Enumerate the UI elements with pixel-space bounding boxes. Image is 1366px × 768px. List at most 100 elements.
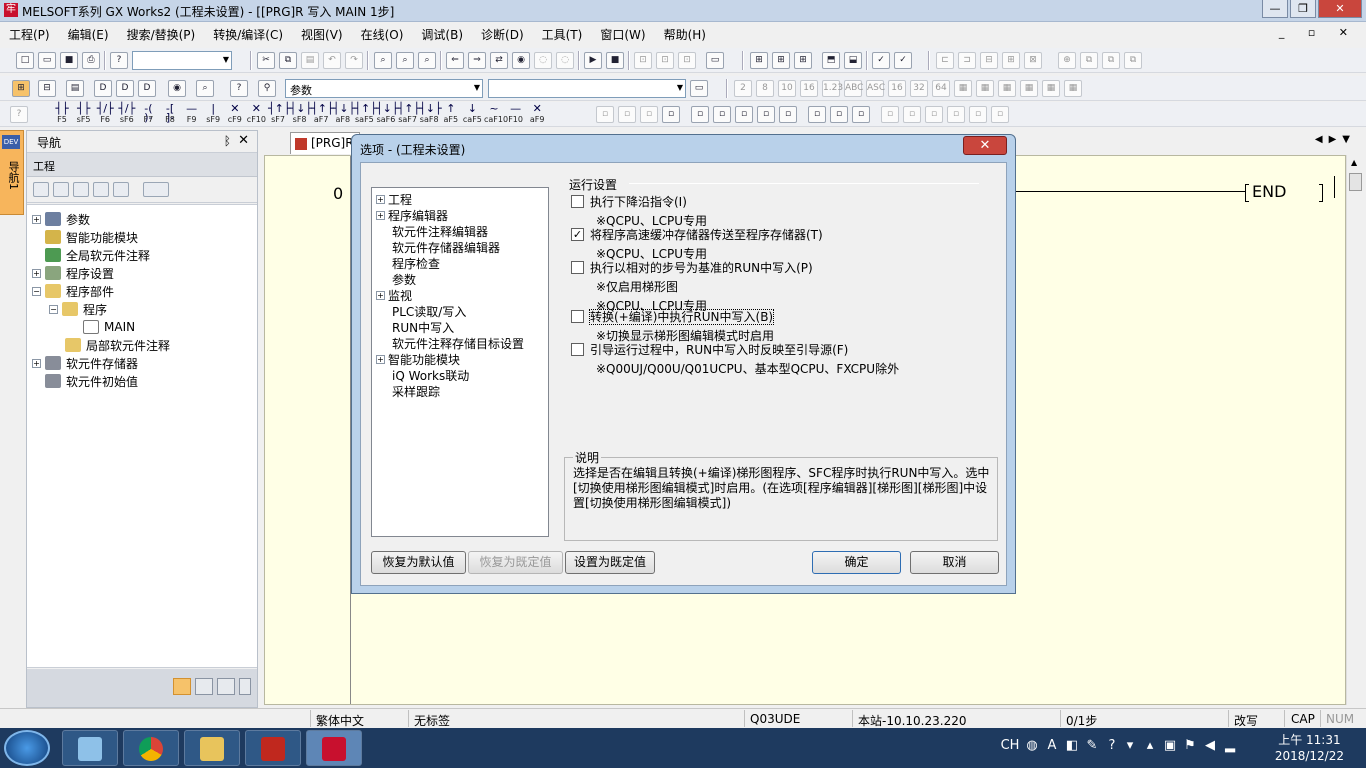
abc-icon[interactable]: ABC xyxy=(844,80,863,97)
32bit-icon[interactable]: 32 xyxy=(910,80,928,97)
cut-icon[interactable]: ✂ xyxy=(257,52,275,69)
tree-item-parameter[interactable]: + 参数 xyxy=(32,210,90,228)
note-edit-icon[interactable]: ▫ xyxy=(640,106,658,123)
checkbox-boot-reflect[interactable] xyxy=(571,343,584,356)
64bit-icon[interactable]: 64 xyxy=(932,80,950,97)
redo-icon[interactable]: ↷ xyxy=(345,52,363,69)
options-tree-item[interactable]: 程序检查 xyxy=(392,255,440,271)
ok-button[interactable]: 确定 xyxy=(812,551,901,574)
menu-debug[interactable]: 调试(B) xyxy=(412,26,472,43)
paste-icon[interactable]: ▤ xyxy=(301,52,319,69)
restore-icon[interactable]: ❐ xyxy=(1290,0,1316,18)
undo-icon[interactable]: ↶ xyxy=(323,52,341,69)
properties-icon[interactable] xyxy=(93,182,109,197)
ladder-key-saf8[interactable]: ┤↓├ saF8 xyxy=(419,103,441,125)
ime-icon[interactable]: ◍ xyxy=(1024,738,1040,754)
ime-help-icon[interactable]: ? xyxy=(1104,738,1120,754)
build-icon[interactable]: ⬒ xyxy=(822,52,840,69)
start-button-icon[interactable] xyxy=(4,730,50,766)
option-falling-edge[interactable]: 执行下降沿指令(I) ※QCPU、LCPU专用 xyxy=(571,193,707,229)
end-instruction[interactable]: END xyxy=(1245,182,1323,202)
check-param-icon[interactable]: ✓ xyxy=(894,52,912,69)
simulation-start-icon[interactable]: ▶ xyxy=(584,52,602,69)
copy-icon[interactable]: ⧉ xyxy=(279,52,297,69)
device-search-icon[interactable]: ⌕ xyxy=(374,52,392,69)
monitor-format3-icon[interactable]: ▦ xyxy=(998,80,1016,97)
real-number-icon[interactable]: 1.23 xyxy=(822,80,843,97)
ladder-key-f6[interactable]: ┤/├ F6 xyxy=(95,103,115,125)
pin-icon[interactable]: ᛒ xyxy=(224,134,231,148)
mdi-controls[interactable]: _ ▫ ✕ xyxy=(1279,26,1358,39)
options-tree-item[interactable]: PLC读取/写入 xyxy=(392,303,466,319)
show-hidden-icons-icon[interactable]: ▴ xyxy=(1142,738,1158,754)
rebuild-icon[interactable]: ⬓ xyxy=(844,52,862,69)
option-run-write-on-convert[interactable]: 转换(+编译)中执行RUN中写入(B) ※切换显示梯形图编辑模式时启用 xyxy=(571,308,775,344)
instruction-search-icon[interactable]: ⌕ xyxy=(396,52,414,69)
display-mode-icon[interactable]: ▭ xyxy=(706,52,724,69)
open-folder-icon[interactable]: ▭ xyxy=(38,52,56,69)
parameter-combo[interactable]: 参数 ▼ xyxy=(285,79,483,98)
layout-icon[interactable]: ▫ xyxy=(991,106,1009,123)
simulation-stop-icon[interactable]: ■ xyxy=(606,52,624,69)
flag-icon[interactable]: ⚑ xyxy=(1182,738,1198,754)
half-width-icon[interactable]: ◧ xyxy=(1064,738,1080,754)
bookmark-clear-icon[interactable]: ▫ xyxy=(969,106,987,123)
monitor-format2-icon[interactable]: ▦ xyxy=(976,80,994,97)
help-disabled-icon[interactable]: ? xyxy=(10,106,28,123)
tree-item-device-memory[interactable]: + 软元件存储器 xyxy=(32,354,138,372)
connection-destination-icon[interactable] xyxy=(217,678,235,695)
ladder-key-f9[interactable]: — F9 xyxy=(182,103,202,125)
tree-item-program[interactable]: − 程序 xyxy=(49,300,107,318)
navigation-toggle-icon[interactable]: ⊞ xyxy=(12,80,30,97)
ladder-options-icon[interactable]: ▫ xyxy=(852,106,870,123)
restore-preset-button[interactable]: 恢复为既定值 xyxy=(468,551,563,574)
display-options-icon[interactable] xyxy=(143,182,169,197)
parts-selection-icon[interactable]: ⊟ xyxy=(38,80,56,97)
indent-icon[interactable]: ▫ xyxy=(881,106,899,123)
ladder-key-caf5[interactable]: ↓ caF5 xyxy=(462,103,482,125)
menu-window[interactable]: 窗口(W) xyxy=(591,26,654,43)
outdent-icon[interactable]: ▫ xyxy=(903,106,921,123)
project-view-icon[interactable] xyxy=(173,678,191,695)
menu-help[interactable]: 帮助(H) xyxy=(655,26,715,43)
ladder-convert-all-icon[interactable]: ⊞ xyxy=(772,52,790,69)
ladder-key-sf6[interactable]: ┤/├ sF6 xyxy=(117,103,137,125)
device-list-icon[interactable]: D xyxy=(116,80,134,97)
tree-item-intelligent-module[interactable]: 智能功能模块 xyxy=(45,228,138,246)
binoculars-icon[interactable]: ⚲ xyxy=(258,80,276,97)
monitor-write-icon[interactable]: ◌ xyxy=(556,52,574,69)
navigator-close-icon[interactable]: ✕ xyxy=(238,133,249,148)
monitor-format-icon[interactable]: ▦ xyxy=(954,80,972,97)
ladder-key-saf6[interactable]: ┤↓├ saF6 xyxy=(376,103,398,125)
menu-search-replace[interactable]: 搜索/替换(P) xyxy=(118,26,205,43)
menu-diagnostics[interactable]: 诊断(D) xyxy=(472,26,533,43)
align-center-icon[interactable]: ⊐ xyxy=(958,52,976,69)
checkbox-run-write-on-convert[interactable] xyxy=(571,310,584,323)
set-preset-button[interactable]: 设置为既定值 xyxy=(565,551,655,574)
ladder-key-af8[interactable]: ┤↓├ aF8 xyxy=(333,103,355,125)
more-icon[interactable] xyxy=(239,678,251,695)
line-write-icon[interactable]: ▫ xyxy=(662,106,680,123)
ime-options-icon[interactable]: ▾ xyxy=(1122,738,1138,754)
ascii-icon[interactable]: ASC xyxy=(866,80,885,97)
ladder-key-f10[interactable]: — F10 xyxy=(506,103,526,125)
device-memory-icon[interactable]: D xyxy=(138,80,156,97)
option-relative-step[interactable]: 执行以相对的步号为基准的RUN中写入(P) ※仅启用梯形图 ※QCPU、LCPU… xyxy=(571,259,813,314)
paste-data-icon[interactable] xyxy=(73,182,89,197)
device-test-icon[interactable]: ⊡ xyxy=(634,52,652,69)
align-left-icon[interactable]: ⊏ xyxy=(936,52,954,69)
ladder-key-af7[interactable]: ┤↑├ aF7 xyxy=(311,103,333,125)
delete-line-icon[interactable]: ⊟ xyxy=(980,52,998,69)
scroll-thumb[interactable] xyxy=(1349,173,1362,191)
insert-line-icon[interactable]: ⊞ xyxy=(1002,52,1020,69)
find-icon[interactable]: ▫ xyxy=(735,106,753,123)
checkbox-relative-step[interactable] xyxy=(571,261,584,274)
menu-view[interactable]: 视图(V) xyxy=(292,26,352,43)
statement-edit-icon[interactable]: ▫ xyxy=(618,106,636,123)
ladder-key-cf9[interactable]: ✕ cF9 xyxy=(225,103,245,125)
option-cache-transfer[interactable]: ✓ 将程序高速缓冲存储器传送至程序存储器(T) ※QCPU、LCPU专用 xyxy=(571,226,823,262)
menu-project[interactable]: 工程(P) xyxy=(0,26,59,43)
options-tree-item[interactable]: iQ Works联动 xyxy=(392,367,469,383)
monitor-format4-icon[interactable]: ▦ xyxy=(1020,80,1038,97)
options-tree-item[interactable]: 软元件注释编辑器 xyxy=(392,223,488,239)
